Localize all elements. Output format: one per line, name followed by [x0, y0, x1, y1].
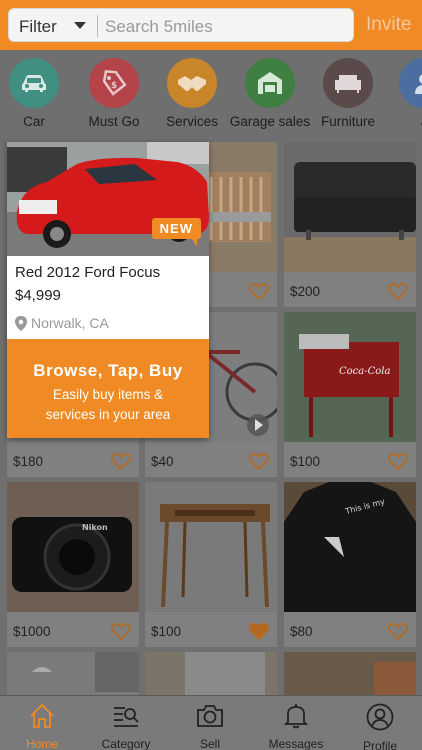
- category-label: J: [382, 114, 422, 129]
- promo-subtitle-line1: Easily buy items &: [52, 387, 164, 402]
- listing-image-cooler: Coca-Cola: [284, 312, 416, 442]
- heart-icon[interactable]: [111, 623, 131, 641]
- category-services[interactable]: Services: [150, 58, 234, 129]
- listing-price: $80: [290, 624, 313, 639]
- nav-profile[interactable]: Profile: [338, 702, 422, 750]
- svg-text:Nikon: Nikon: [82, 523, 108, 532]
- listing-card[interactable]: [284, 652, 416, 695]
- handshake-icon: [167, 58, 217, 108]
- listing-card[interactable]: [7, 652, 139, 695]
- listing-card[interactable]: [145, 652, 277, 695]
- listing-image: [145, 652, 277, 695]
- promo-subtitle-line2: services in your area: [45, 407, 171, 422]
- svg-text:Coca-Cola: Coca-Cola: [339, 366, 390, 377]
- person-icon: [399, 58, 422, 108]
- category-car[interactable]: Car: [0, 58, 76, 129]
- home-icon: [30, 703, 54, 728]
- featured-location: Norwalk, CA: [31, 315, 109, 331]
- listing-image-lamp: [7, 652, 139, 695]
- listing-price: $200: [290, 284, 321, 299]
- listing-card[interactable]: $100: [145, 482, 277, 647]
- category-label: Garage sales: [229, 114, 311, 129]
- category-jobs[interactable]: J: [382, 58, 422, 129]
- nav-label: Messages: [268, 737, 324, 750]
- featured-title: Red 2012 Ford Focus: [15, 264, 161, 281]
- bell-icon: [283, 704, 309, 729]
- category-strip[interactable]: Car $ Must Go Services Garage sales Furn…: [0, 50, 422, 138]
- category-label: Furniture: [320, 114, 376, 129]
- search-input[interactable]: Search 5miles: [105, 17, 213, 37]
- svg-text:$: $: [111, 81, 117, 91]
- heart-icon[interactable]: [249, 283, 269, 301]
- listing-image-desk: [145, 482, 277, 612]
- garage-icon: [245, 58, 295, 108]
- promo-title: Browse, Tap, Buy: [33, 361, 183, 380]
- nav-sell[interactable]: Sell: [168, 702, 252, 750]
- invite-button[interactable]: Invite: [366, 14, 411, 36]
- featured-price: $4,999: [15, 287, 61, 304]
- nav-label: Category: [101, 737, 151, 750]
- nav-category[interactable]: Category: [84, 702, 168, 750]
- listing-card[interactable]: $200: [284, 142, 416, 307]
- badge-tail: [191, 238, 197, 246]
- category-label: Services: [166, 114, 218, 129]
- filter-dropdown[interactable]: Filter: [19, 17, 57, 37]
- listing-card[interactable]: Nikon $1000: [7, 482, 139, 647]
- location-pin-icon: [15, 316, 27, 331]
- listing-card[interactable]: Coca-Cola $100: [284, 312, 416, 477]
- heart-icon[interactable]: [249, 453, 269, 471]
- listing-price: $1000: [13, 624, 51, 639]
- tag-icon: $: [89, 58, 139, 108]
- heart-icon[interactable]: [388, 453, 408, 471]
- featured-listing-card[interactable]: NEW Red 2012 Ford Focus $4,999 Norwalk, …: [7, 142, 209, 438]
- search-box[interactable]: Filter Search 5miles: [8, 8, 354, 42]
- category-label: Must Go: [88, 114, 140, 129]
- listing-price: $100: [290, 454, 321, 469]
- nav-label: Sell: [199, 737, 220, 750]
- promo-banner[interactable]: Browse, Tap, Buy Easily buy items & serv…: [7, 339, 209, 438]
- listing-image-shirt: This is my: [284, 482, 416, 612]
- listing-price: $100: [151, 624, 182, 639]
- listing-image: [284, 652, 416, 695]
- listing-image-sofa: [284, 142, 416, 272]
- category-furniture[interactable]: Furniture: [306, 58, 390, 129]
- category-icon: [114, 707, 139, 727]
- category-garage-sales[interactable]: Garage sales: [228, 58, 312, 129]
- bottom-nav: Home Category Sell Messages Profile: [0, 695, 422, 750]
- nav-messages[interactable]: Messages: [254, 702, 338, 750]
- listing-price: $180: [13, 454, 44, 469]
- category-label: Car: [23, 114, 45, 129]
- nav-label: Home: [25, 737, 58, 750]
- user-icon: [366, 703, 394, 731]
- top-bar: Filter Search 5miles Invite: [0, 0, 422, 50]
- heart-icon[interactable]: [388, 283, 408, 301]
- listing-price: $40: [151, 454, 174, 469]
- category-must-go[interactable]: $ Must Go: [72, 58, 156, 129]
- listing-card[interactable]: This is my $80: [284, 482, 416, 647]
- nav-label: Profile: [362, 739, 397, 750]
- camera-icon: [197, 705, 223, 727]
- sofa-icon: [323, 58, 373, 108]
- new-badge: NEW: [151, 218, 201, 239]
- heart-icon[interactable]: [388, 623, 408, 641]
- nav-home[interactable]: Home: [0, 702, 84, 750]
- search-divider: [97, 15, 98, 37]
- heart-icon[interactable]: [111, 453, 131, 471]
- car-icon: [9, 58, 59, 108]
- listing-image-camera: Nikon: [7, 482, 139, 612]
- heart-filled-icon[interactable]: [249, 623, 269, 641]
- chevron-down-icon[interactable]: [74, 22, 86, 29]
